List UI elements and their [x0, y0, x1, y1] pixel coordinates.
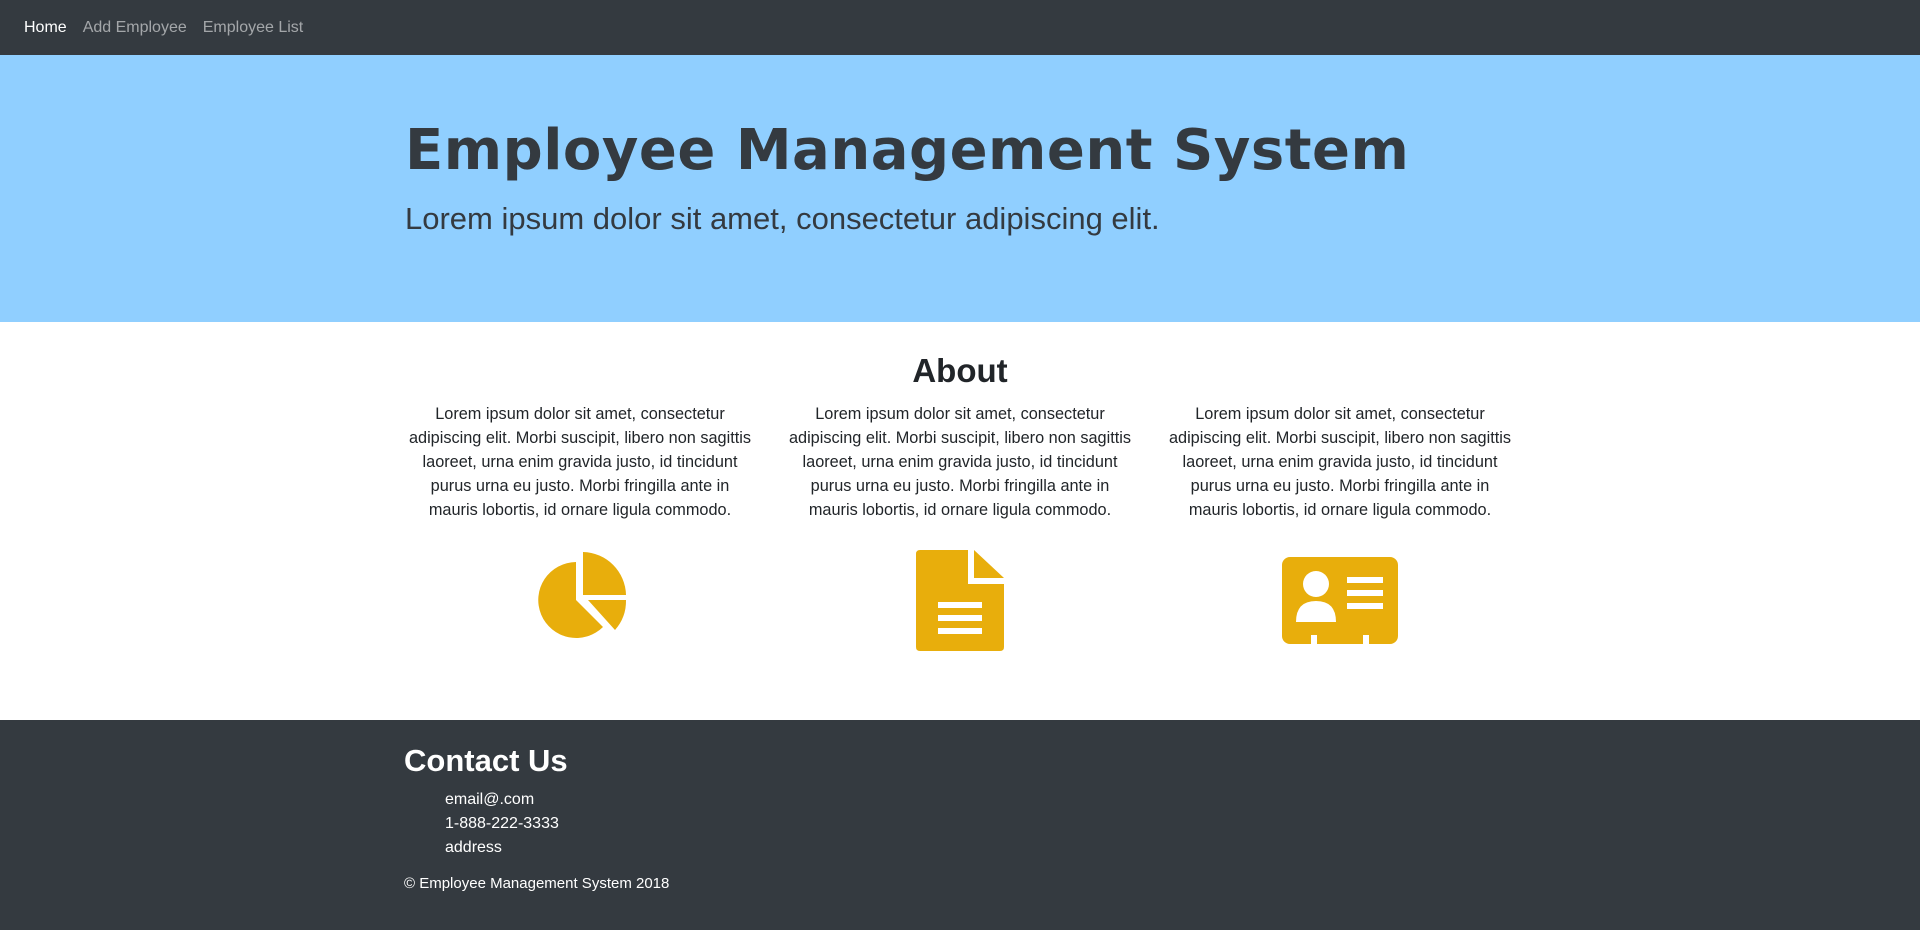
footer: Contact Us email@.com 1-888-222-3333 add…: [0, 720, 1920, 930]
id-card-icon: [1282, 557, 1398, 644]
about-title: About: [912, 352, 1008, 389]
hero-banner: Employee Management System Lorem ipsum d…: [0, 55, 1920, 322]
document-icon: [916, 550, 1004, 651]
copyright-text: © Employee Management System 2018: [404, 875, 670, 892]
navbar: Home Add Employee Employee List: [0, 0, 1920, 55]
about-text-2: Lorem ipsum dolor sit amet, consectetur …: [788, 405, 1132, 519]
contact-list: email@.com 1-888-222-3333 address: [445, 788, 559, 860]
pie-chart-icon: [538, 552, 627, 638]
hero-subtitle: Lorem ipsum dolor sit amet, consectetur …: [405, 201, 1160, 236]
nav-employee-list-link[interactable]: Employee List: [203, 0, 304, 55]
nav-home-link[interactable]: Home: [24, 0, 67, 55]
about-text-1: Lorem ipsum dolor sit amet, consectetur …: [408, 405, 752, 519]
about-text-3: Lorem ipsum dolor sit amet, consectetur …: [1168, 405, 1512, 519]
contact-phone: 1-888-222-3333: [445, 815, 559, 832]
hero-title: Employee Management System: [405, 118, 1410, 183]
contact-email: email@.com: [445, 791, 535, 808]
nav-add-employee-link[interactable]: Add Employee: [83, 0, 187, 55]
contact-address: address: [445, 839, 502, 856]
contact-title: Contact Us: [404, 743, 568, 778]
